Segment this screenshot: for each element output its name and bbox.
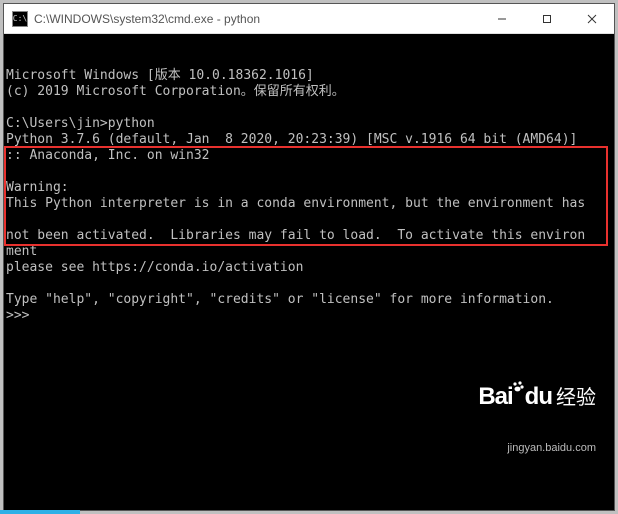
taskbar-edge — [0, 510, 80, 514]
terminal-line: Warning: — [6, 180, 614, 196]
terminal-line — [6, 212, 614, 228]
terminal-area[interactable]: Microsoft Windows [版本 10.0.18362.1016](c… — [4, 34, 614, 510]
minimize-button[interactable] — [479, 4, 524, 33]
terminal-line — [6, 100, 614, 116]
watermark-sub: jingyan.baidu.com — [478, 440, 596, 456]
cmd-window: C:\ C:\WINDOWS\system32\cmd.exe - python… — [3, 3, 615, 511]
terminal-line: not been activated. Libraries may fail t… — [6, 228, 614, 244]
terminal-line: C:\Users\jin>python — [6, 116, 614, 132]
watermark-logo: Baidu — [478, 389, 552, 405]
terminal-line — [6, 164, 614, 180]
app-icon: C:\ — [12, 11, 28, 27]
window-controls — [479, 4, 614, 33]
terminal-line: :: Anaconda, Inc. on win32 — [6, 148, 614, 164]
watermark: Baidu 经验 jingyan.baidu.com — [478, 357, 596, 488]
terminal-line: This Python interpreter is in a conda en… — [6, 196, 614, 212]
terminal-line: Microsoft Windows [版本 10.0.18362.1016] — [6, 68, 614, 84]
terminal-line: >>> — [6, 308, 614, 324]
terminal-line: (c) 2019 Microsoft Corporation。保留所有权利。 — [6, 84, 614, 100]
terminal-line: Type "help", "copyright", "credits" or "… — [6, 292, 614, 308]
watermark-cn: 经验 — [556, 390, 596, 406]
maximize-button[interactable] — [524, 4, 569, 33]
window-title: C:\WINDOWS\system32\cmd.exe - python — [34, 12, 479, 26]
close-button[interactable] — [569, 4, 614, 33]
terminal-line: ment — [6, 244, 614, 260]
terminal-line: Python 3.7.6 (default, Jan 8 2020, 20:23… — [6, 132, 614, 148]
terminal-output: Microsoft Windows [版本 10.0.18362.1016](c… — [6, 68, 614, 324]
paw-icon — [511, 379, 525, 395]
terminal-line: please see https://conda.io/activation — [6, 260, 614, 276]
terminal-line — [6, 276, 614, 292]
titlebar[interactable]: C:\ C:\WINDOWS\system32\cmd.exe - python — [4, 4, 614, 34]
